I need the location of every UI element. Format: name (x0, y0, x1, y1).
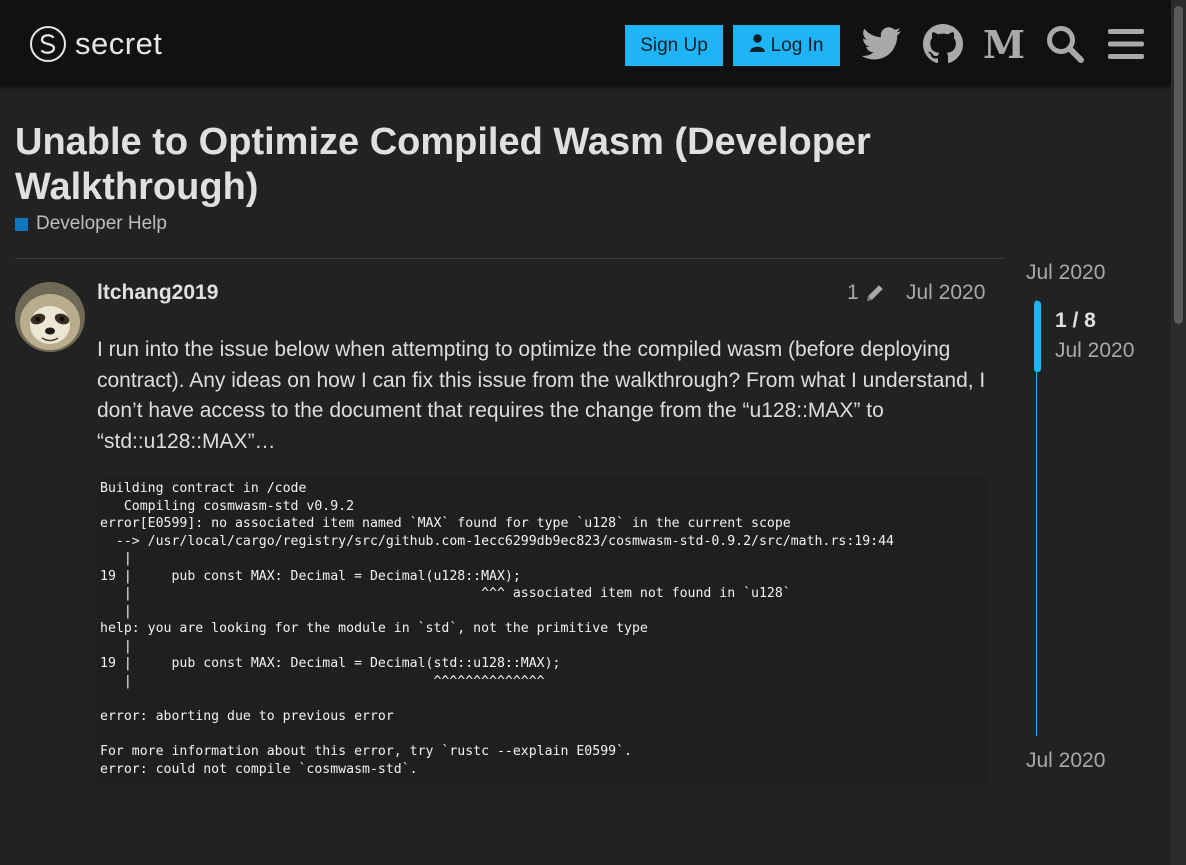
edit-count: 1 (847, 281, 859, 304)
logo-text: secret (75, 26, 163, 61)
title-divider (15, 258, 1004, 259)
scrollbar-thumb[interactable] (1174, 6, 1183, 324)
post-date[interactable]: Jul 2020 (906, 281, 985, 305)
github-icon[interactable] (921, 22, 965, 66)
timeline-position: 1 / 8 (1055, 309, 1096, 332)
hamburger-menu-icon[interactable] (1104, 22, 1148, 66)
search-icon[interactable] (1043, 22, 1087, 66)
category-badge[interactable]: Developer Help (15, 213, 167, 235)
timeline-start-date[interactable]: Jul 2020 (1026, 261, 1105, 285)
timeline-handle[interactable] (1034, 301, 1041, 372)
site-logo[interactable]: secret (29, 24, 162, 64)
category-label: Developer Help (36, 213, 167, 234)
log-in-button[interactable]: Log In (733, 25, 840, 66)
svg-text:M: M (984, 27, 1024, 61)
avatar[interactable] (15, 282, 85, 352)
pencil-icon (865, 283, 885, 303)
twitter-icon[interactable] (860, 22, 904, 66)
edit-history-indicator[interactable]: 1 (847, 281, 885, 305)
topic-title[interactable]: Unable to Optimize Compiled Wasm (Develo… (15, 120, 995, 210)
error-screenshot-image[interactable]: Building contract in /code Compiling cos… (97, 478, 988, 783)
log-in-label: Log In (770, 34, 824, 56)
page-scrollbar[interactable] (1171, 0, 1186, 865)
timeline-end-date[interactable]: Jul 2020 (1026, 749, 1105, 773)
timeline-current-date: Jul 2020 (1055, 339, 1135, 362)
user-icon (749, 33, 765, 58)
medium-icon[interactable]: M (982, 22, 1026, 66)
site-header: secret Sign Up Log In M (0, 0, 1171, 86)
category-color-square (15, 217, 28, 231)
post-body-text: I run into the issue below when attempti… (97, 338, 986, 453)
sign-up-button[interactable]: Sign Up (625, 25, 723, 66)
post-username[interactable]: ltchang2019 (97, 281, 218, 305)
secret-logo-icon (30, 26, 66, 62)
